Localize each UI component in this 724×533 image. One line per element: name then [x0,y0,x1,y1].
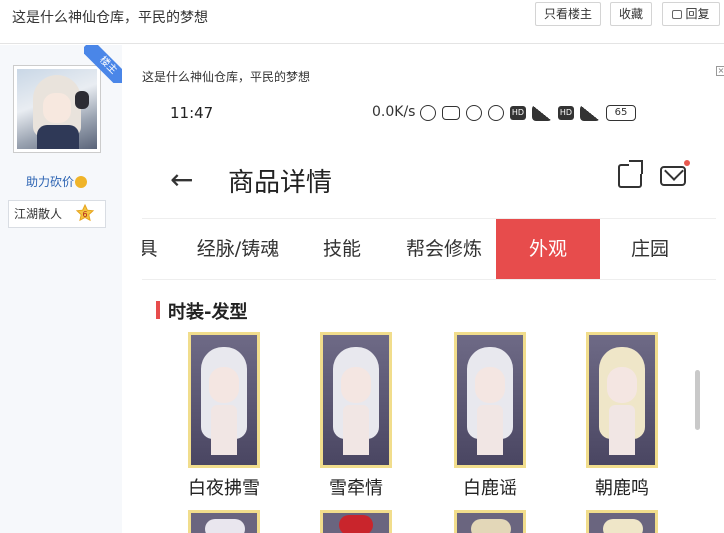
close-icon[interactable]: × [716,66,724,76]
tab-guild-training[interactable]: 帮会修炼 [392,219,496,279]
battery-icon: 65 [606,105,636,121]
hd-icon: HD [510,106,526,120]
fashion-item-next[interactable] [454,510,526,533]
op-badge-label: 楼主 [84,45,122,83]
page-title: 商品详情 [228,168,333,198]
rank-level: 6 [82,210,87,219]
help-bargain-label: 助力砍价 [26,175,75,189]
post-title: 这是什么神仙仓库，平民的梦想 [142,70,311,84]
share-icon[interactable] [618,160,643,188]
status-icons: HD HD 65 [420,104,636,122]
fashion-item-next[interactable] [188,510,260,533]
tab-skills[interactable]: 技能 [310,219,374,279]
signal-icon-2 [580,105,600,121]
item-portrait [320,332,392,468]
fashion-item-next[interactable] [586,510,658,533]
category-tabs: 具 经脉/铸魂 技能 帮会修炼 外观 庄园 [142,218,716,280]
rank-badge: 江湖散人 6 [8,200,106,228]
fashion-item-next[interactable] [320,510,392,533]
unread-dot [684,160,690,166]
item-name: 朝鹿鸣 [595,478,649,499]
alarm-icon [488,105,504,121]
coin-icon [75,176,88,188]
toggle-icon [442,106,460,120]
status-speed: 0.0K/s [372,104,416,120]
reply-button[interactable]: 回复 [662,2,720,26]
mute-icon [466,105,482,121]
item-name: 雪牵情 [329,478,383,499]
tab-appearance[interactable]: 外观 [496,219,600,279]
status-time: 11:47 [170,104,214,122]
help-bargain-link[interactable]: 助力砍价 [26,173,88,190]
tab-manor[interactable]: 庄园 [616,219,684,279]
only-op-button[interactable]: 只看楼主 [535,2,601,26]
app-navbar: ← 商品详情 [142,146,716,216]
reply-icon [672,10,683,19]
bluetooth-icon [420,105,436,121]
tab-meridian[interactable]: 经脉/铸魂 [180,219,296,279]
author-panel: 助力砍价 江湖散人 6 [0,45,122,533]
favorite-button[interactable]: 收藏 [610,2,652,26]
item-name: 白夜拂雪 [188,478,260,499]
item-portrait [586,332,658,468]
tab-items[interactable]: 具 [142,219,162,279]
thread-header: 这是什么神仙仓库，平民的梦想 只看楼主 收藏 回复 [0,0,724,44]
rank-title: 江湖散人 [14,207,63,221]
mail-icon[interactable] [660,166,686,186]
signal-icon [532,105,552,121]
section-title: 时装-发型 [156,298,247,323]
hd-icon-2: HD [558,106,574,120]
reply-label: 回复 [685,7,710,21]
op-corner-badge: 楼主 [84,45,122,83]
level-star-icon: 6 [75,204,95,222]
item-name: 白鹿谣 [463,478,517,499]
scrollbar-thumb[interactable] [695,370,700,430]
back-arrow-icon[interactable]: ← [170,166,193,194]
headphone-icon [75,91,89,109]
embedded-phone-screenshot: 11:47 0.0K/s HD HD 65 ← 商品详情 具 经脉/铸魂 技能 … [142,86,716,533]
thread-title: 这是什么神仙仓库，平民的梦想 [12,10,208,26]
item-portrait [188,332,260,468]
item-portrait [454,332,526,468]
